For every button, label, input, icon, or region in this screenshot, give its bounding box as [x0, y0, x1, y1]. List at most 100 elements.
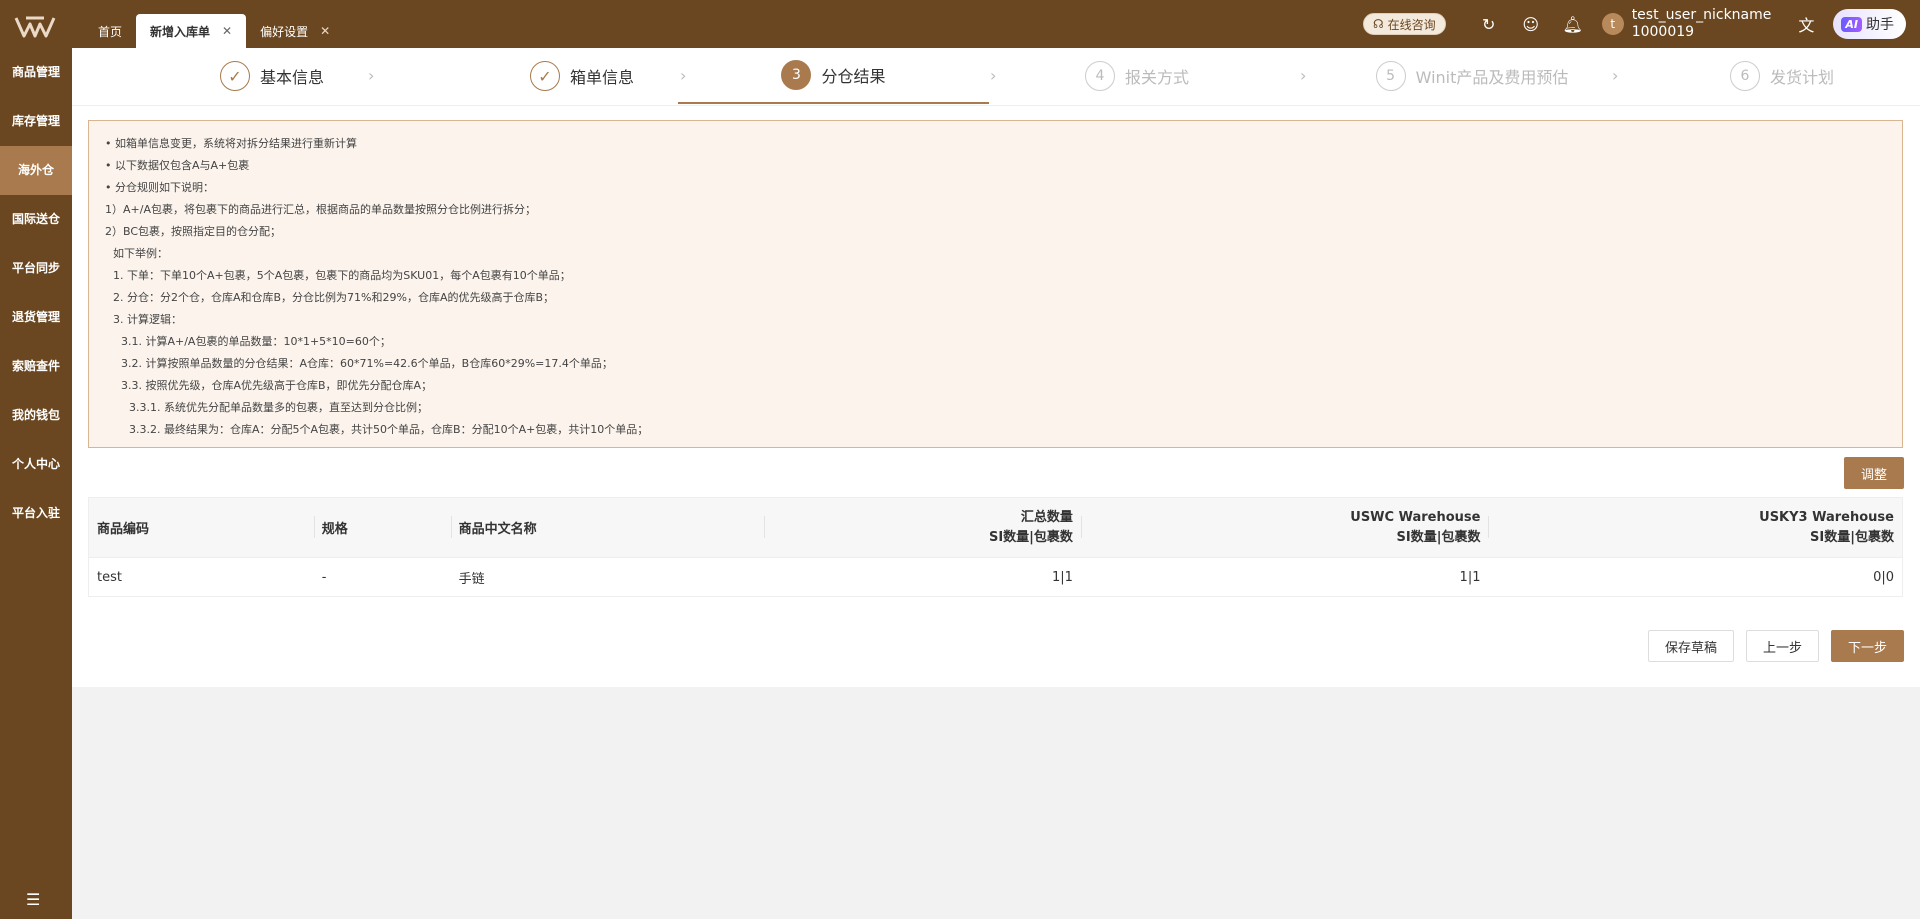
notice-line: 1）A+/A包裹，将包裹下的商品进行汇总，根据商品的单品数量按照分仓比例进行拆分… [105, 203, 536, 216]
user-nickname: test_user_nickname [1631, 7, 1772, 23]
sidebar-item-overseas-warehouse[interactable]: 海外仓 [0, 146, 72, 195]
winit-logo-icon[interactable] [14, 14, 56, 40]
check-icon: ✓ [219, 61, 250, 91]
col-header-total: 汇总数量 SI数量|包裹数 [764, 498, 1081, 557]
notice-line: 3.3.1. 系统优先分配单品数量多的包裹，直至达到分仓比例； [129, 401, 428, 414]
cell-total: 1|1 [1052, 569, 1073, 585]
step-label: 分仓结果 [821, 67, 886, 86]
notice-line: 3.1. 计算A+/A包裹的单品数量：10*1+5*10=60个； [121, 335, 391, 348]
chevron-right-icon: › [368, 66, 375, 85]
notice-line: 3.3. 按照优先级，仓库A优先级高于仓库B，即优先分配仓库A； [121, 379, 433, 392]
menu-collapse-icon[interactable]: ☰ [26, 890, 40, 909]
translate-icon[interactable]: 文 [1785, 12, 1827, 36]
notice-line: • 如箱单信息变更，系统将对拆分结果进行重新计算 [105, 137, 357, 150]
step-number: 4 [1084, 61, 1115, 91]
step-label: Winit产品及费用预估 [1415, 68, 1569, 87]
col-header-sub: SI数量|包裹数 [1810, 529, 1894, 545]
notice-line: 3.2. 计算按照单品数量的分仓结果：A仓库：60*71%=42.6个单品，B仓… [121, 357, 613, 370]
col-header-usky3-warehouse: USKY3 Warehouse SI数量|包裹数 [1488, 498, 1902, 557]
next-step-button[interactable]: 下一步 [1830, 630, 1904, 662]
sidebar: 商品管理 库存管理 海外仓 国际送仓 平台同步 退货管理 索赔查件 我的钱包 个… [0, 0, 72, 919]
sidebar-item-claims[interactable]: 索赔查件 [0, 342, 72, 391]
step-packing-list[interactable]: ✓ 箱单信息 [462, 48, 702, 104]
sidebar-item-returns[interactable]: 退货管理 [0, 293, 72, 342]
step-label: 报关方式 [1124, 68, 1189, 87]
notice-line: 如下举例： [113, 247, 168, 260]
online-consult-button[interactable]: ☊ 在线咨询 [1363, 13, 1446, 35]
tab-home[interactable]: 首页 [84, 14, 136, 48]
step-label: 箱单信息 [569, 68, 634, 87]
tab-new-inbound-order[interactable]: 新增入库单 ✕ [136, 14, 247, 48]
sidebar-item-platform-onboarding[interactable]: 平台入驻 [0, 489, 72, 538]
sidebar-item-international-delivery[interactable]: 国际送仓 [0, 195, 72, 244]
close-icon[interactable]: ✕ [320, 24, 330, 38]
col-header-title: USWC Warehouse [1350, 509, 1481, 525]
step-basic-info[interactable]: ✓ 基本信息 [152, 48, 392, 104]
headset-icon: ☊ [1373, 17, 1384, 31]
sidebar-item-platform-sync[interactable]: 平台同步 [0, 244, 72, 293]
consult-label: 在线咨询 [1387, 17, 1436, 32]
split-rules-notice: • 如箱单信息变更，系统将对拆分结果进行重新计算 • 以下数据仅包含A与A+包裹… [88, 120, 1903, 448]
main-content: ✓ 基本信息 › ✓ 箱单信息 › 3 分仓结果 › 4 报关方式 › 5 Wi… [72, 48, 1920, 687]
table-row: test - 手链 1|1 1|1 0|0 [89, 557, 1902, 596]
tab-label: 首页 [98, 24, 123, 39]
avatar: t [1601, 13, 1624, 35]
user-id: 1000019 [1631, 24, 1695, 40]
tab-preferences[interactable]: 偏好设置 ✕ [246, 14, 344, 48]
sidebar-nav: 商品管理 库存管理 海外仓 国际送仓 平台同步 退货管理 索赔查件 我的钱包 个… [0, 48, 72, 538]
cell-spec: - [321, 569, 327, 585]
refresh-icon[interactable]: ↻ [1468, 15, 1510, 34]
notice-line: 1. 下单：下单10个A+包裹，5个A包裹，包裹下的商品均为SKU01，每个A包… [113, 269, 571, 282]
step-winit-product-fee[interactable]: 5 Winit产品及费用预估 [1312, 48, 1632, 104]
ai-icon: AI [1841, 16, 1862, 32]
step-split-result[interactable]: 3 分仓结果 [678, 48, 989, 104]
ai-assistant-button[interactable]: AI 助手 [1833, 9, 1906, 39]
chevron-right-icon: › [990, 66, 997, 85]
step-progress: ✓ 基本信息 › ✓ 箱单信息 › 3 分仓结果 › 4 报关方式 › 5 Wi… [72, 48, 1920, 106]
topbar: 首页 新增入库单 ✕ 偏好设置 ✕ ☊ 在线咨询 ↻ ☺ 🔔︎ t test_use… [72, 0, 1920, 48]
split-result-table: 商品编码 规格 商品中文名称 汇总数量 SI数量|包裹数 USWC Wareho… [88, 497, 1903, 597]
step-label: 发货计划 [1769, 68, 1834, 87]
topbar-actions: ☊ 在线咨询 ↻ ☺ 🔔︎ t test_user_nickname 10000… [1363, 0, 1920, 48]
step-shipping-plan[interactable]: 6 发货计划 [1692, 48, 1872, 104]
chevron-right-icon: › [1612, 66, 1619, 85]
user-menu[interactable]: t test_user_nickname 1000019 [1601, 7, 1772, 41]
cell-code: test [97, 569, 122, 585]
sidebar-item-product[interactable]: 商品管理 [0, 48, 72, 97]
col-header-uswc-warehouse: USWC Warehouse SI数量|包裹数 [1080, 498, 1489, 557]
prev-step-button[interactable]: 上一步 [1745, 630, 1819, 662]
adjust-button[interactable]: 调整 [1844, 457, 1904, 489]
step-customs-method[interactable]: 4 报关方式 [1032, 48, 1242, 104]
col-header-title: USKY3 Warehouse [1759, 509, 1894, 525]
chevron-right-icon: › [1300, 66, 1307, 85]
notice-line: 2. 分仓：分2个仓，仓库A和仓库B，分仓比例为71%和29%，仓库A的优先级高… [113, 291, 555, 304]
check-icon: ✓ [529, 61, 560, 91]
step-number: 6 [1729, 61, 1760, 91]
col-header-code: 商品编码 [97, 522, 150, 537]
notice-line: 3. 计算逻辑： [113, 313, 182, 326]
col-header-title: 汇总数量 [1020, 509, 1073, 525]
sidebar-item-wallet[interactable]: 我的钱包 [0, 391, 72, 440]
sidebar-item-inventory[interactable]: 库存管理 [0, 97, 72, 146]
cell-name-cn: 手链 [458, 571, 485, 587]
step-label: 基本信息 [259, 68, 324, 87]
notice-line: • 以下数据仅包含A与A+包裹 [105, 159, 250, 172]
step-number: 3 [781, 60, 812, 90]
col-header-spec: 规格 [313, 498, 451, 557]
col-header-sub: SI数量|包裹数 [1396, 529, 1481, 545]
step-number: 5 [1375, 61, 1406, 91]
bell-icon[interactable]: 🔔︎ [1552, 15, 1594, 34]
page-tabs: 首页 新增入库单 ✕ 偏好设置 ✕ [84, 14, 344, 48]
tab-label: 偏好设置 [260, 24, 309, 39]
sidebar-item-personal-center[interactable]: 个人中心 [0, 440, 72, 489]
save-draft-button[interactable]: 保存草稿 [1647, 630, 1734, 662]
tab-label: 新增入库单 [150, 24, 211, 39]
ai-label: 助手 [1866, 17, 1894, 33]
col-header-sub: SI数量|包裹数 [988, 529, 1073, 545]
feedback-icon[interactable]: ☺ [1510, 15, 1552, 34]
notice-line: 3.3.2. 最终结果为：仓库A：分配5个A包裹，共计50个单品，仓库B：分配1… [129, 423, 649, 436]
cell-usky3-warehouse: 0|0 [1873, 569, 1894, 585]
col-header-name-cn: 商品中文名称 [450, 498, 765, 557]
table-header: 商品编码 规格 商品中文名称 汇总数量 SI数量|包裹数 USWC Wareho… [89, 498, 1902, 557]
close-icon[interactable]: ✕ [222, 24, 232, 38]
